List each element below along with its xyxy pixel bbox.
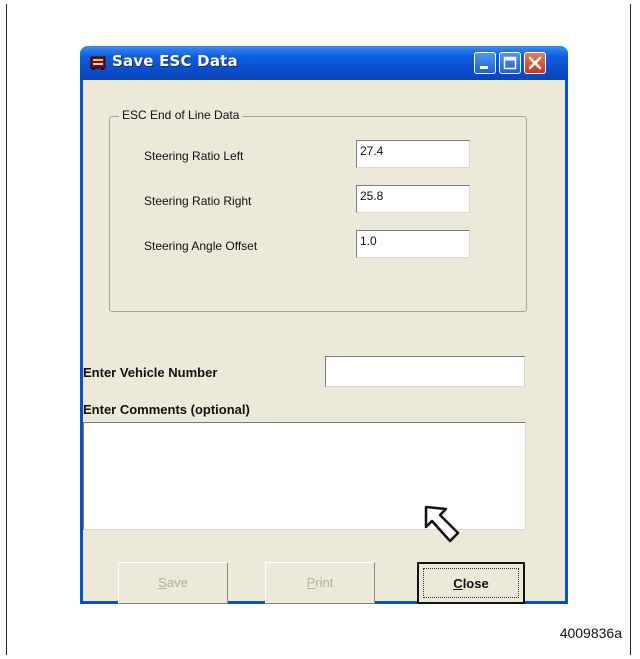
save-esc-data-window: Save ESC Data ESC End of Line Data Steer… bbox=[80, 46, 568, 604]
comments-label: Enter Comments (optional) bbox=[83, 402, 250, 417]
figure-id: 4009836a bbox=[559, 625, 622, 641]
close-icon bbox=[528, 56, 542, 70]
vehicle-number-label: Enter Vehicle Number bbox=[83, 365, 218, 380]
mouse-pointer-icon bbox=[424, 505, 460, 543]
window-title: Save ESC Data bbox=[112, 52, 238, 70]
print-mnemonic: P bbox=[306, 575, 316, 590]
save-label-rest: ave bbox=[166, 575, 188, 590]
minimize-icon bbox=[480, 66, 488, 69]
title-bar[interactable]: Save ESC Data bbox=[80, 46, 568, 80]
print-button[interactable]: Print bbox=[265, 562, 375, 604]
steering-ratio-right-label: Steering Ratio Right bbox=[144, 194, 252, 208]
print-label-rest: rint bbox=[315, 575, 334, 590]
app-icon bbox=[90, 56, 106, 70]
focus-rectangle bbox=[423, 568, 519, 598]
steering-ratio-left-field[interactable]: 27.4 bbox=[356, 140, 470, 168]
save-button[interactable]: Save bbox=[118, 562, 228, 604]
window-client-area: ESC End of Line Data Steering Ratio Left… bbox=[83, 80, 565, 604]
groupbox-legend: ESC End of Line Data bbox=[119, 108, 243, 122]
close-window-button[interactable] bbox=[524, 52, 546, 74]
maximize-button[interactable] bbox=[499, 52, 521, 74]
vehicle-number-input[interactable] bbox=[325, 356, 525, 387]
save-mnemonic: S bbox=[158, 575, 167, 590]
minimize-button[interactable] bbox=[474, 52, 496, 74]
steering-angle-offset-label: Steering Angle Offset bbox=[144, 239, 258, 253]
steering-ratio-left-label: Steering Ratio Left bbox=[144, 149, 244, 163]
maximize-icon bbox=[503, 56, 517, 70]
close-button[interactable]: Close bbox=[417, 562, 525, 604]
steering-angle-offset-field[interactable]: 1.0 bbox=[356, 230, 470, 258]
steering-ratio-right-field[interactable]: 25.8 bbox=[356, 185, 470, 213]
